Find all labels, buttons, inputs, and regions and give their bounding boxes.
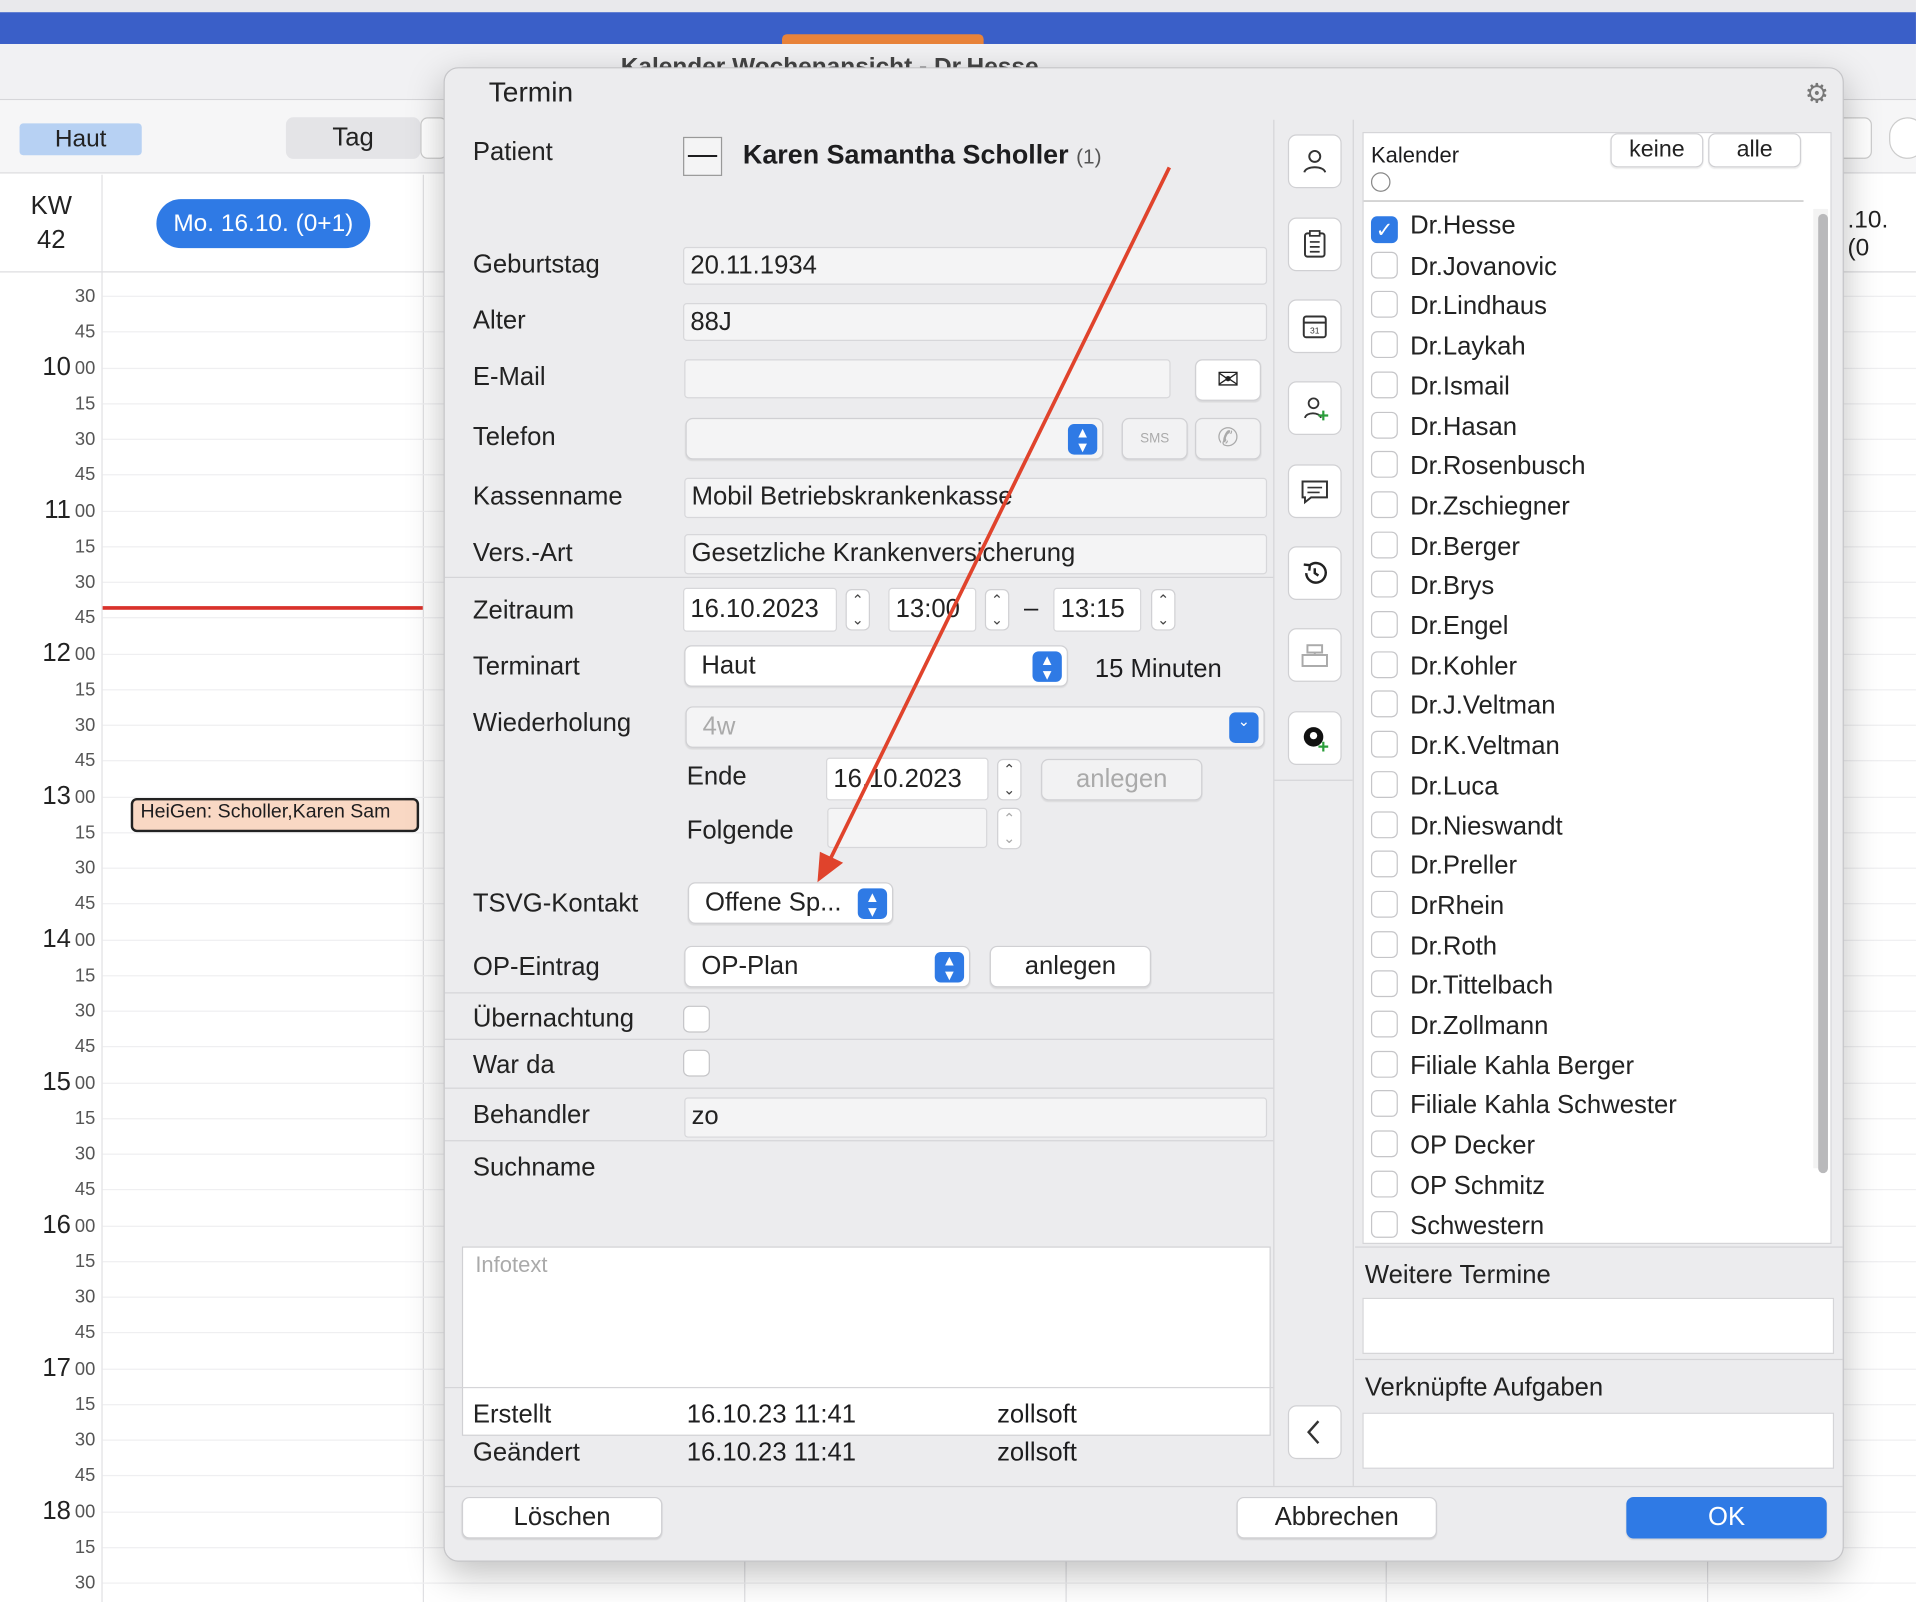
screen: Kalender Wochenansicht - Dr.Hesse Haut T… bbox=[0, 0, 1916, 1602]
annotation-arrow bbox=[817, 166, 1172, 883]
